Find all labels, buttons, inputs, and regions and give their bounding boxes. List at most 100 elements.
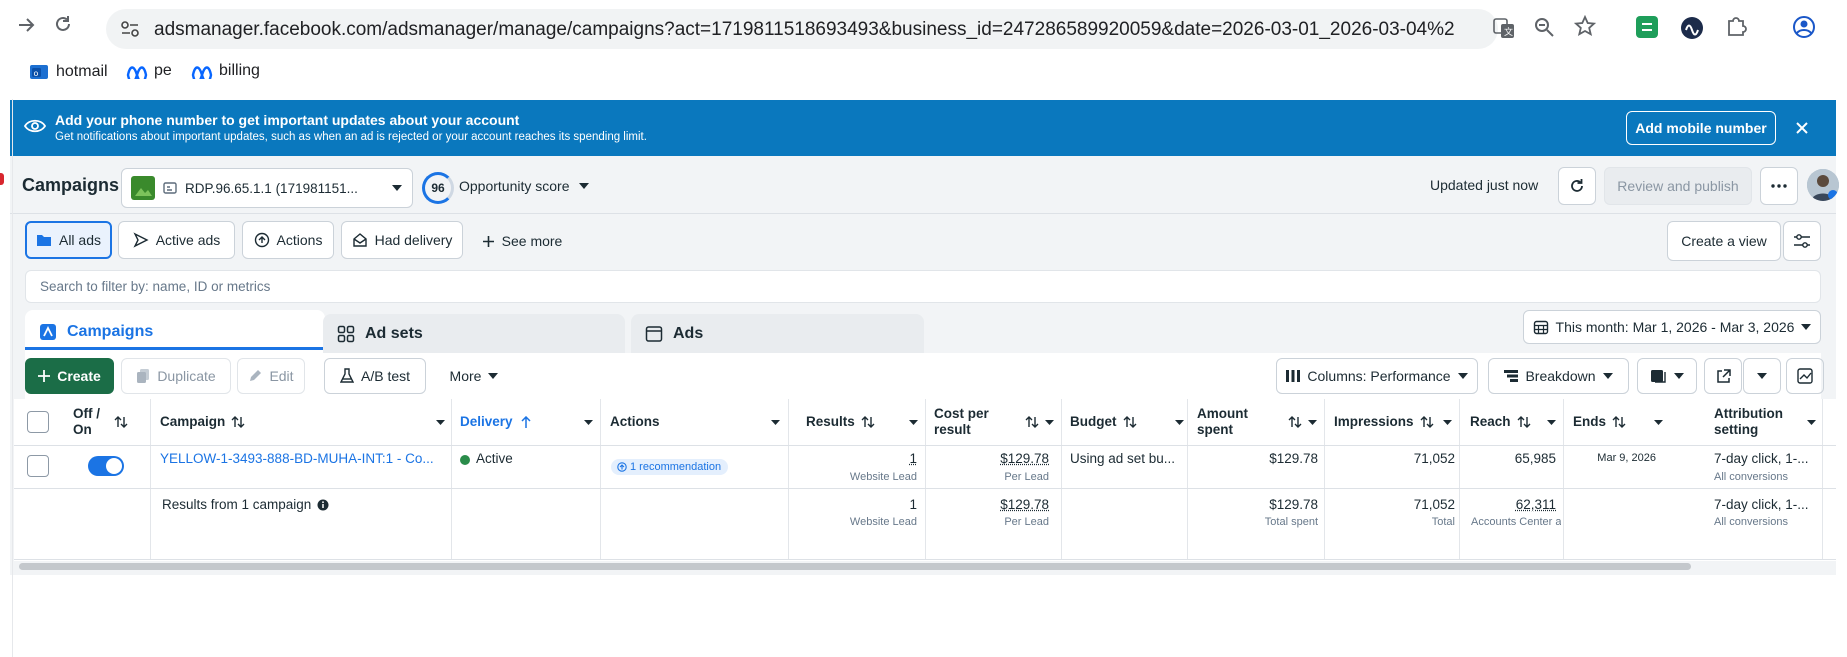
zoom-icon[interactable] bbox=[1533, 16, 1555, 38]
sort-icon bbox=[231, 416, 245, 428]
header-campaign[interactable]: Campaign bbox=[160, 399, 445, 445]
more-dropdown[interactable]: More bbox=[435, 358, 513, 394]
opportunity-score-dropdown[interactable]: Opportunity score bbox=[459, 178, 589, 194]
horizontal-scrollbar[interactable] bbox=[19, 563, 1691, 570]
caret-down-icon bbox=[584, 419, 593, 425]
caret-down-icon bbox=[1801, 324, 1812, 330]
summary-cost-per-result[interactable]: $129.78 bbox=[944, 497, 1049, 512]
caret-down-icon bbox=[1457, 373, 1468, 379]
bookmark-billing[interactable]: billing bbox=[191, 62, 260, 80]
browser-chrome: adsmanager.facebook.com/adsmanager/manag… bbox=[0, 0, 1847, 99]
refresh-button[interactable] bbox=[1558, 167, 1596, 205]
header-off-on[interactable]: Off / On bbox=[73, 399, 149, 445]
pencil-icon bbox=[250, 370, 262, 381]
filter-all-ads[interactable]: All ads bbox=[25, 221, 112, 259]
ab-test-button[interactable]: A/B test bbox=[324, 358, 426, 394]
review-publish-button[interactable]: Review and publish bbox=[1604, 167, 1752, 205]
date-range-picker[interactable]: This month: Mar 1, 2026 - Mar 3, 2026 bbox=[1523, 310, 1821, 344]
account-selector[interactable]: RDP.96.65.1.1 (171981151... bbox=[121, 168, 413, 208]
more-options-button[interactable] bbox=[1760, 167, 1798, 205]
extension-green-icon[interactable] bbox=[1636, 16, 1658, 38]
cost-per-result-value[interactable]: $129.78 bbox=[944, 451, 1049, 466]
filter-active-ads[interactable]: Active ads bbox=[118, 221, 235, 259]
caret-down-icon bbox=[1443, 419, 1452, 425]
envelope-open-icon bbox=[352, 233, 367, 247]
see-more-button[interactable]: See more bbox=[472, 222, 572, 260]
header-impressions[interactable]: Impressions bbox=[1334, 399, 1452, 445]
reload-icon[interactable] bbox=[52, 13, 74, 35]
create-button[interactable]: Create bbox=[25, 358, 114, 394]
header-ends[interactable]: Ends bbox=[1573, 399, 1663, 445]
results-value[interactable]: 1 bbox=[814, 451, 917, 466]
recommendation-icon bbox=[617, 462, 627, 472]
translate-icon[interactable]: 文 bbox=[1492, 16, 1516, 40]
summary-amount-spent: $129.78 bbox=[1269, 497, 1318, 512]
address-bar[interactable]: adsmanager.facebook.com/adsmanager/manag… bbox=[106, 9, 1498, 49]
add-mobile-number-button[interactable]: Add mobile number bbox=[1626, 111, 1776, 145]
filter-actions[interactable]: Actions bbox=[242, 221, 334, 259]
reports-dropdown[interactable] bbox=[1637, 358, 1697, 394]
attribution-type: All conversions bbox=[1714, 471, 1788, 483]
avatar[interactable] bbox=[1807, 169, 1839, 201]
caret-down-icon bbox=[1602, 373, 1613, 379]
duplicate-icon bbox=[137, 369, 150, 383]
caret-down-icon bbox=[436, 419, 445, 425]
search-placeholder: Search to filter by: name, ID or metrics bbox=[40, 279, 271, 294]
extensions-puzzle-icon[interactable] bbox=[1725, 15, 1747, 37]
budget-value: Using ad set bu... bbox=[1070, 451, 1176, 466]
columns-icon bbox=[1286, 370, 1301, 382]
business-icon bbox=[162, 180, 178, 196]
bookmark-hotmail[interactable]: o hotmail bbox=[28, 62, 108, 82]
caret-down-icon bbox=[1807, 419, 1816, 425]
caret-down-icon bbox=[578, 183, 589, 189]
charts-button[interactable] bbox=[1786, 358, 1824, 394]
filter-had-delivery[interactable]: Had delivery bbox=[341, 221, 463, 259]
header-budget[interactable]: Budget bbox=[1070, 399, 1184, 445]
header-delivery[interactable]: Delivery bbox=[460, 399, 593, 445]
grid-icon bbox=[337, 325, 355, 343]
summary-label: Results from 1 campaign bbox=[162, 497, 329, 512]
bookmark-pe[interactable]: pe bbox=[126, 62, 172, 80]
opportunity-score-badge[interactable]: 96 bbox=[422, 172, 454, 204]
header-reach[interactable]: Reach bbox=[1470, 399, 1556, 445]
row-checkbox[interactable] bbox=[27, 455, 49, 477]
recommendation-badge[interactable]: 1 recommendation bbox=[611, 459, 729, 475]
columns-dropdown[interactable]: Columns: Performance bbox=[1276, 358, 1478, 394]
select-all-checkbox[interactable] bbox=[27, 411, 49, 433]
plus-icon bbox=[482, 235, 494, 247]
customize-view-button[interactable] bbox=[1783, 221, 1821, 261]
caret-down-icon bbox=[392, 185, 402, 191]
forward-icon[interactable] bbox=[16, 14, 38, 36]
site-info-icon[interactable] bbox=[120, 20, 140, 38]
active-tab-indicator bbox=[25, 347, 325, 350]
header-attribution-setting[interactable]: Attribution setting bbox=[1714, 399, 1816, 445]
header-actions[interactable]: Actions bbox=[610, 399, 780, 445]
header-results[interactable]: Results bbox=[806, 399, 918, 445]
export-options-dropdown[interactable] bbox=[1743, 358, 1781, 394]
campaign-name-link[interactable]: YELLOW-1-3493-888-BD-MUHA-INT:1 - Co... bbox=[160, 451, 445, 466]
account-name: RDP.96.65.1.1 (171981151... bbox=[185, 180, 358, 196]
profile-icon[interactable] bbox=[1792, 15, 1816, 39]
edit-button[interactable]: Edit bbox=[237, 358, 305, 394]
close-icon[interactable] bbox=[1795, 121, 1809, 135]
create-view-button[interactable]: Create a view bbox=[1667, 221, 1781, 261]
duplicate-button[interactable]: Duplicate bbox=[121, 358, 231, 394]
campaign-toggle[interactable] bbox=[88, 456, 124, 476]
send-icon bbox=[133, 232, 149, 248]
export-button[interactable] bbox=[1704, 358, 1742, 394]
breakdown-dropdown[interactable]: Breakdown bbox=[1488, 358, 1629, 394]
eye-icon bbox=[24, 118, 46, 134]
search-input[interactable]: Search to filter by: name, ID or metrics bbox=[25, 270, 1821, 303]
header-amount-spent[interactable]: Amount spent bbox=[1197, 399, 1317, 445]
banner-subtitle: Get notifications about important update… bbox=[55, 131, 647, 143]
tab-ad-sets[interactable]: Ad sets bbox=[323, 314, 625, 354]
tab-campaigns[interactable]: Campaigns bbox=[25, 310, 325, 353]
extension-meta-icon[interactable] bbox=[1680, 16, 1704, 40]
summary-impressions-type: Total bbox=[1431, 516, 1455, 528]
sort-icon bbox=[114, 416, 128, 428]
summary-reach[interactable]: 62,311 bbox=[1467, 497, 1556, 512]
campaigns-table: Off / On Campaign Delivery Actions Result… bbox=[14, 399, 1836, 561]
star-icon[interactable] bbox=[1574, 15, 1596, 37]
header-cost-per-result[interactable]: Cost per result bbox=[934, 399, 1054, 445]
tab-ads[interactable]: Ads bbox=[631, 314, 924, 354]
